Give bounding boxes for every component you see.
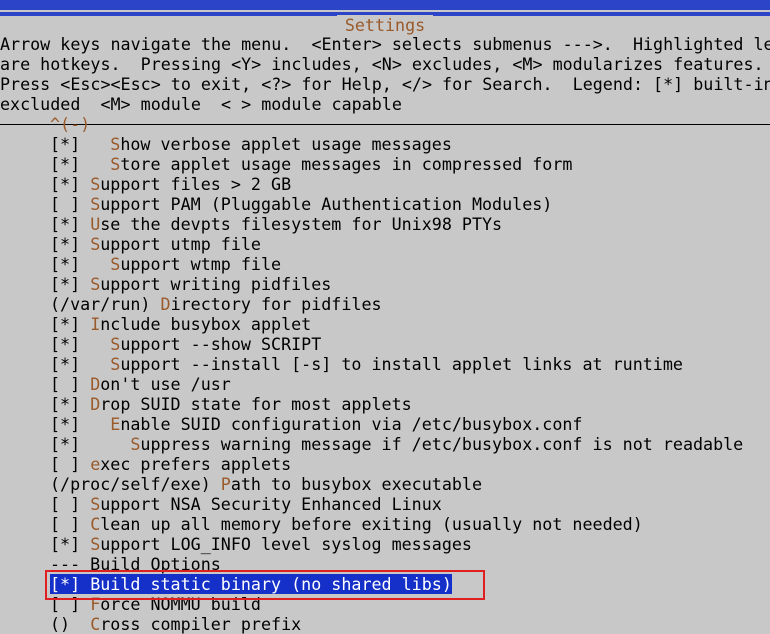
menu-item-prefix: [*] xyxy=(50,154,111,174)
menu-item-hotkey: E xyxy=(110,414,121,434)
menu-item-prefix: [ ] xyxy=(50,494,91,514)
menu-item-prefix: [*] xyxy=(50,414,111,434)
menu-item-label: irectory for pidfiles xyxy=(170,294,382,314)
menu-item[interactable]: [*] Suppress warning message if /etc/bus… xyxy=(50,434,770,454)
menu-item-label: nclude busybox applet xyxy=(100,314,312,334)
menu-item[interactable]: [ ] Don't use /usr xyxy=(50,374,770,394)
menu-top-border xyxy=(0,124,770,125)
menu-item-label: upport NSA Security Enhanced Linux xyxy=(100,494,442,514)
menu-item-prefix: [*] xyxy=(50,334,111,354)
menu-item-hotkey: P xyxy=(220,474,231,494)
menu-item-label: lean up all memory before exiting (usual… xyxy=(100,514,643,534)
menu-item-label: se the devpts filesystem for Unix98 PTYs xyxy=(100,214,503,234)
menu-item-hotkey: S xyxy=(90,274,101,294)
menu-item[interactable]: [*] Include busybox applet xyxy=(50,314,770,334)
menu-item-hotkey: S xyxy=(130,434,141,454)
menu-item-hotkey: S xyxy=(110,254,121,274)
menu-item[interactable]: [ ] Clean up all memory before exiting (… xyxy=(50,514,770,534)
menu-item-label: upport --install [-s] to install applet … xyxy=(120,354,683,374)
menu-item-prefix: [*] xyxy=(50,534,91,554)
menu-item-hotkey: S xyxy=(90,534,101,554)
menu-item-prefix: [ ] xyxy=(50,194,91,214)
menu-item-label: how verbose applet usage messages xyxy=(120,134,452,154)
menu-item-prefix: [*] xyxy=(50,214,91,234)
menu-item-hotkey: U xyxy=(90,214,101,234)
menu-item[interactable]: [*] Support LOG_INFO level syslog messag… xyxy=(50,534,770,554)
menu-item[interactable]: [*] Show verbose applet usage messages xyxy=(50,134,770,154)
menu-item-label: upport files > 2 GB xyxy=(100,174,292,194)
menu-item-label: ath to busybox executable xyxy=(230,474,483,494)
menu-item-hotkey: S xyxy=(90,494,101,514)
help-line-4: excluded <M> module < > module capable xyxy=(0,94,402,114)
menu-item-hotkey: D xyxy=(160,294,171,314)
menu-item[interactable]: [*] Store applet usage messages in compr… xyxy=(50,154,770,174)
menu-item[interactable]: [ ] Support NSA Security Enhanced Linux xyxy=(50,494,770,514)
menu-item-label: uppress warning message if /etc/busybox.… xyxy=(140,434,744,454)
menu-item-hotkey: D xyxy=(90,374,101,394)
menu-item-label: xec prefers applets xyxy=(100,454,292,474)
menu-item-label: rop SUID state for most applets xyxy=(100,394,412,414)
menu-item-label: upport writing pidfiles xyxy=(100,274,332,294)
menu-item-prefix: [*] xyxy=(50,354,111,374)
menu-item-hotkey: D xyxy=(90,394,101,414)
menu-item-prefix: [*] xyxy=(50,174,91,194)
menu-item-label: upport --show SCRIPT xyxy=(120,334,322,354)
menu-item-prefix: (/var/run) xyxy=(50,294,161,314)
menu-item-prefix: [ ] xyxy=(50,514,91,534)
menu-item[interactable]: [ ] exec prefers applets xyxy=(50,454,770,474)
menu-item[interactable]: [*] Support utmp file xyxy=(50,234,770,254)
menu-item-label: upport PAM (Pluggable Authentication Mod… xyxy=(100,194,553,214)
menu-list[interactable]: [*] Show verbose applet usage messages [*… xyxy=(50,134,770,634)
menu-item[interactable]: [*] Support --install [-s] to install ap… xyxy=(50,354,770,374)
help-line-2: are hotkeys. Pressing <Y> includes, <N> … xyxy=(0,54,764,74)
menu-item[interactable]: [*] Enable SUID configuration via /etc/b… xyxy=(50,414,770,434)
top-border-line xyxy=(0,10,770,12)
menu-item[interactable]: [*] Support wtmp file xyxy=(50,254,770,274)
menu-item[interactable]: [ ] Support PAM (Pluggable Authenticatio… xyxy=(50,194,770,214)
menu-item-prefix: [*] xyxy=(50,274,91,294)
menu-item-prefix: [*] xyxy=(50,134,111,154)
menu-item[interactable]: [*] Support --show SCRIPT xyxy=(50,334,770,354)
menu-item-prefix: [*] xyxy=(50,434,131,454)
menu-item-label: ross compiler prefix xyxy=(100,614,302,634)
menu-item-prefix: [*] xyxy=(50,254,111,274)
menu-item[interactable]: (/var/run) Directory for pidfiles xyxy=(50,294,770,314)
help-line-3: Press <Esc><Esc> to exit, <?> for Help, … xyxy=(0,74,770,94)
menu-item-prefix: [*] xyxy=(50,314,91,334)
menu-item-hotkey: C xyxy=(90,514,101,534)
menu-item-prefix: () xyxy=(50,614,91,634)
menu-item-hotkey: S xyxy=(110,134,121,154)
menu-item[interactable]: [*] Drop SUID state for most applets xyxy=(50,394,770,414)
menu-item-prefix: [*] xyxy=(50,234,91,254)
menu-item-hotkey: S xyxy=(90,194,101,214)
menu-item[interactable]: [*] Use the devpts filesystem for Unix98… xyxy=(50,214,770,234)
menu-item-hotkey: e xyxy=(90,454,101,474)
menu-item-label: tore applet usage messages in compressed… xyxy=(120,154,573,174)
menu-item-hotkey: S xyxy=(90,234,101,254)
menu-item-label: upport wtmp file xyxy=(120,254,282,274)
menu-item-prefix: [ ] xyxy=(50,374,91,394)
menu-item-label: upport utmp file xyxy=(100,234,261,254)
menu-item-hotkey: S xyxy=(110,334,121,354)
menu-item-prefix: (/proc/self/exe) xyxy=(50,474,221,494)
menu-item-label: upport LOG_INFO level syslog messages xyxy=(100,534,472,554)
menu-item-hotkey: I xyxy=(90,314,101,334)
menu-item-hotkey: S xyxy=(110,154,121,174)
menu-item[interactable]: [*] Support writing pidfiles xyxy=(50,274,770,294)
help-line-1: Arrow keys navigate the menu. <Enter> se… xyxy=(0,34,770,54)
menu-item-prefix: [*] xyxy=(50,394,91,414)
menu-item-prefix: [ ] xyxy=(50,454,91,474)
menu-item-hotkey: S xyxy=(110,354,121,374)
menu-item[interactable]: () Cross compiler prefix xyxy=(50,614,770,634)
menu-item-label: nable SUID configuration via /etc/busybo… xyxy=(120,414,583,434)
scroll-up-indicator: ^(-) xyxy=(50,114,91,134)
dialog-title: Settings xyxy=(0,14,770,36)
menu-item[interactable]: (/proc/self/exe) Path to busybox executa… xyxy=(50,474,770,494)
menu-item[interactable]: [*] Support files > 2 GB xyxy=(50,174,770,194)
menu-item-hotkey: C xyxy=(90,614,101,634)
selected-item-outline xyxy=(45,570,485,600)
menu-item-hotkey: S xyxy=(90,174,101,194)
menu-item-label: on't use /usr xyxy=(100,374,231,394)
